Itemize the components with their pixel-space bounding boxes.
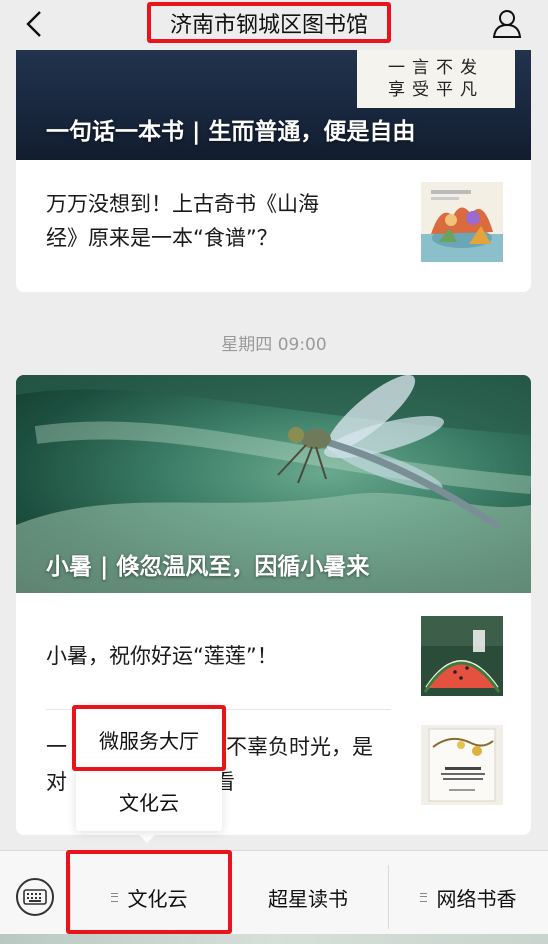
calligraphy-line-2: 享受平凡 (388, 80, 484, 100)
tab-highlight (66, 850, 232, 934)
article-item-title[interactable]: 小暑，祝你好运“莲莲”！ (46, 639, 278, 673)
article-item-title-line-2[interactable]: 经》原来是一本“食谱”？ (46, 221, 278, 255)
back-arrow-icon[interactable] (18, 4, 52, 44)
shanhaijing-thumbnail[interactable] (421, 182, 503, 262)
calligraphy-line-1: 一言不发 (388, 58, 484, 78)
timestamp-label: 星期四 09:00 (221, 335, 327, 355)
article-item-title-fragment[interactable]: 一 (46, 730, 67, 764)
tab-chaoxing-reading[interactable]: 超星读书 (228, 851, 388, 943)
book-cover-thumbnail[interactable] (421, 725, 503, 805)
calligraphy-image: 一言不发 享受平凡 (357, 50, 515, 108)
page-title-highlight: 济南市钢城区图书馆 (147, 2, 391, 43)
article-cover-image[interactable]: 一言不发 享受平凡 一句话一本书 | 生而普通，便是自由 (16, 50, 531, 160)
article-item-title-fragment[interactable]: 对 (46, 765, 67, 799)
menu-item-highlight (72, 705, 226, 771)
menu-lines-icon (419, 892, 427, 902)
page-title: 济南市钢城区图书馆 (169, 12, 368, 38)
article-item-title-fragment[interactable]: 不辜负时光，是 (226, 730, 373, 764)
watermelon-thumbnail[interactable] (421, 616, 503, 696)
article-hero-title[interactable]: 一句话一本书 | 生而普通，便是自由 (46, 112, 415, 146)
article-cover-image[interactable]: 小暑 | 倏忽温风至，因循小暑来 (16, 375, 531, 593)
tab-label: 网络书香 (436, 886, 517, 911)
menu-item-culture-cloud[interactable]: 文化云 (76, 771, 222, 831)
article-hero-title[interactable]: 小暑 | 倏忽温风至，因循小暑来 (46, 547, 369, 581)
keyboard-icon[interactable] (15, 877, 55, 917)
user-profile-icon[interactable] (488, 5, 526, 43)
bottom-image-strip (0, 934, 548, 944)
article-card: 一言不发 享受平凡 一句话一本书 | 生而普通，便是自由 万万没想到！上古奇书《… (16, 50, 531, 292)
article-item-title-line-1[interactable]: 万万没想到！上古奇书《山海 (46, 187, 319, 221)
tab-label: 超星读书 (268, 886, 348, 911)
top-nav-bar: 济南市钢城区图书馆 (0, 0, 548, 50)
tab-network-reading[interactable]: 网络书香 (388, 851, 548, 943)
